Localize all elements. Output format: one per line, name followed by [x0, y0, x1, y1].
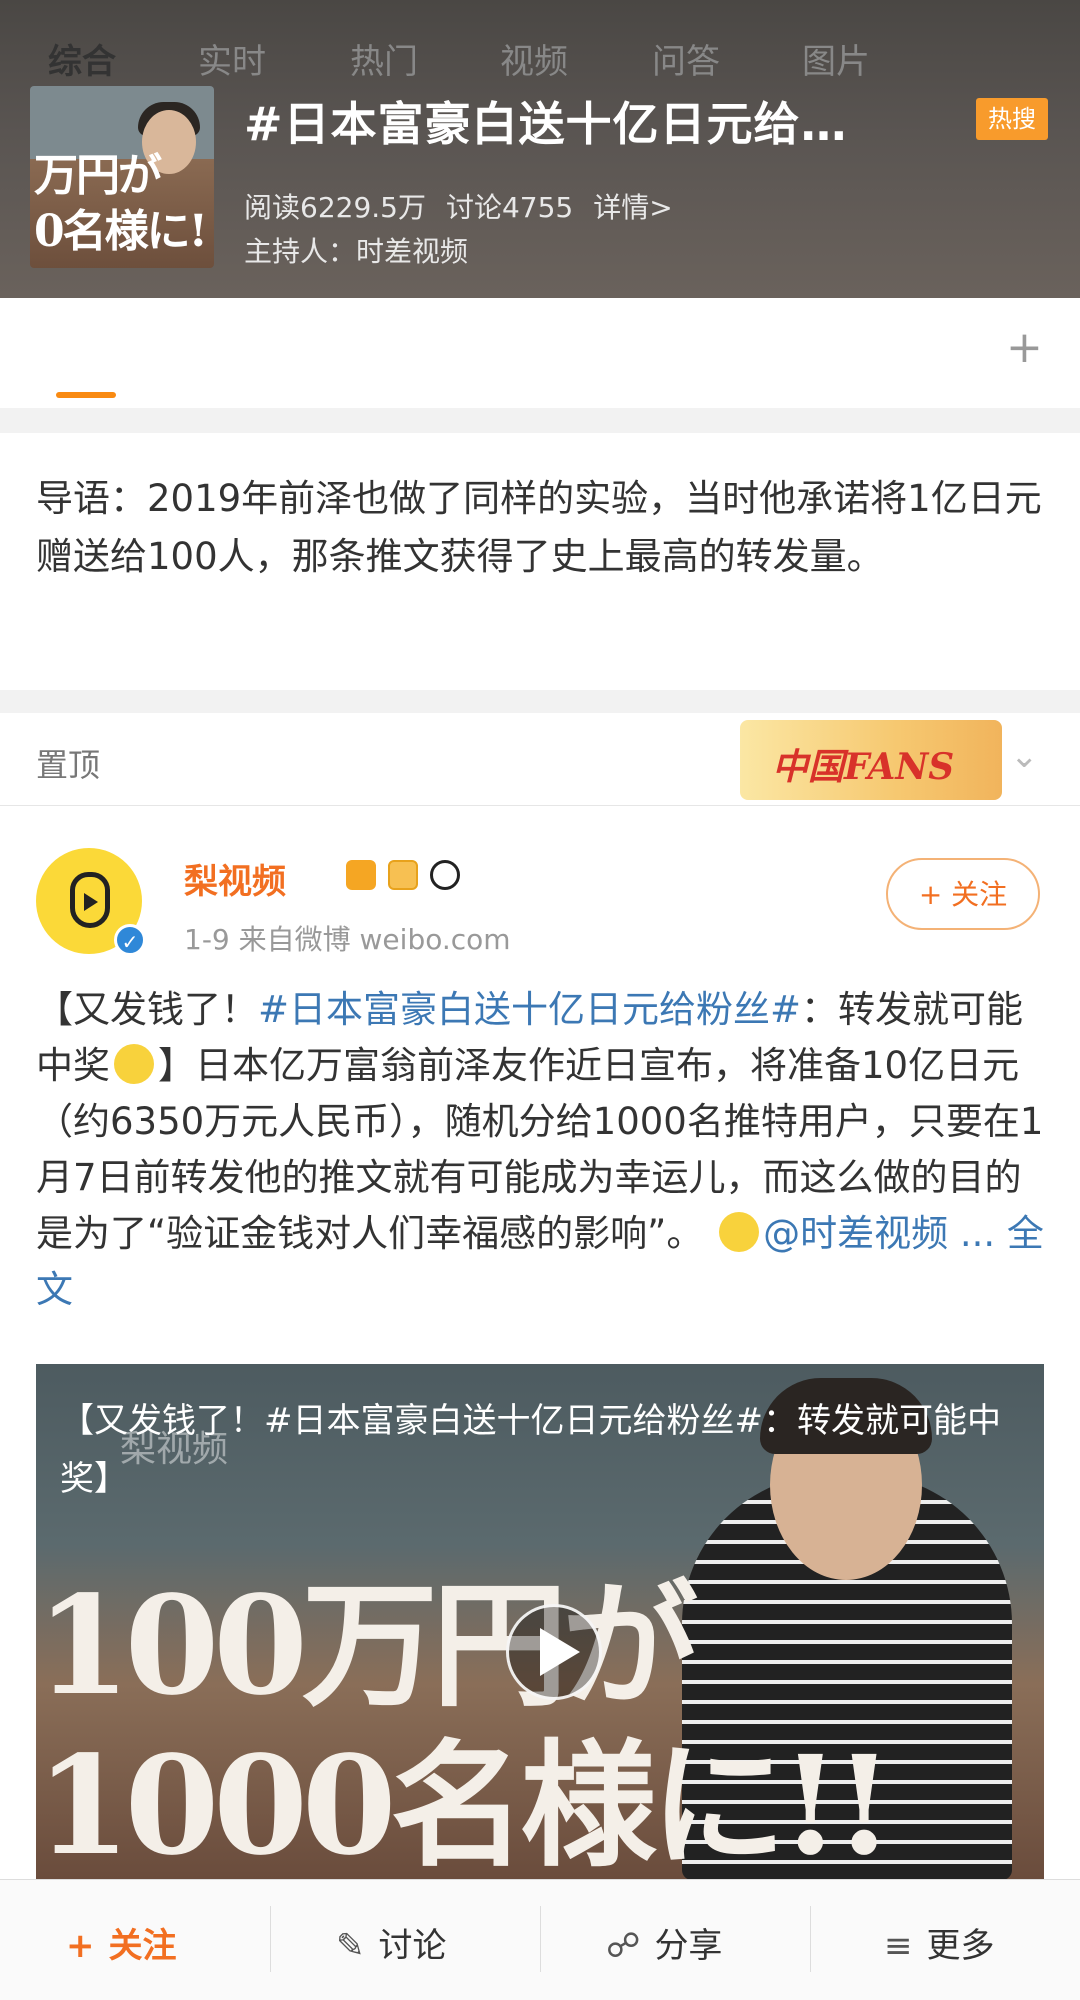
topic-title: #日本富豪白送十亿日元给…: [244, 97, 848, 151]
bottom-share-label: 分享: [654, 1926, 723, 1966]
laugh-cry-emoji-icon: [719, 1212, 760, 1252]
bottom-discuss-button[interactable]: ✎ 讨论: [336, 1918, 447, 1967]
share-icon: ☍: [606, 1926, 641, 1966]
bottom-follow-button[interactable]: + 关注: [66, 1918, 177, 1967]
play-icon[interactable]: [540, 1628, 580, 1676]
discussion-count: 讨论4755: [445, 191, 574, 224]
author-name[interactable]: 梨视频: [184, 854, 286, 903]
hashtag-link[interactable]: #日本富豪白送十亿日元给粉丝#: [258, 988, 801, 1031]
pinned-label: 置顶: [36, 746, 101, 784]
video-title: 【又发钱了！#日本富豪白送十亿日元给粉丝#：转发就可能中奖】: [60, 1401, 1001, 1499]
divider: [270, 1906, 271, 1972]
divider: [540, 1906, 541, 1972]
divider: [810, 1906, 811, 1972]
topic-guide-text: 导语：2019年前泽也做了同样的实验，当时他承诺将1亿日元赠送给100人，那条推…: [36, 477, 1042, 578]
tab-video[interactable]: 视频: [500, 34, 568, 83]
bottom-follow-label: 关注: [108, 1926, 177, 1966]
logo-play-icon: [84, 893, 98, 911]
tab-images[interactable]: 图片: [802, 34, 870, 83]
topic-thumbnail[interactable]: 万円が 0名様に!: [30, 86, 214, 268]
video-overlay-line-1: 100万円が: [36, 1566, 698, 1726]
mention-link[interactable]: @时差视频: [763, 1212, 948, 1255]
bottom-more-label: 更多: [926, 1926, 995, 1966]
thumb-overlay-text: 万円が 0名様に!: [34, 150, 208, 257]
active-tab-indicator: [56, 392, 116, 398]
post-body-text: 【又发钱了！#日本富豪白送十亿日元给粉丝#：转发就可能中奖 】日本亿万富翁前泽友作…: [36, 982, 1046, 1318]
video-overlay-text: 100万円が 1000名様に!!: [36, 1566, 894, 1886]
read-count: 阅读6229.5万: [244, 191, 426, 224]
luck-badge-icon[interactable]: [388, 860, 418, 890]
add-tab-icon[interactable]: +: [1006, 326, 1043, 370]
pear-emoji-icon: [114, 1044, 154, 1084]
author-badges: [346, 860, 472, 890]
bottom-discuss-label: 讨论: [378, 1926, 447, 1966]
topic-stats: 阅读6229.5万 讨论4755 详情>: [244, 186, 693, 226]
tab-qa[interactable]: 问答: [652, 34, 720, 83]
chevron-down-icon[interactable]: ⌄: [1010, 736, 1039, 776]
tab-realtime[interactable]: 实时: [198, 34, 266, 83]
china-fans-badge-text: 中国FANS: [772, 746, 955, 788]
verified-icon: ✓: [114, 924, 146, 956]
details-link[interactable]: 详情>: [593, 191, 672, 224]
hot-search-badge: 热搜: [976, 98, 1048, 140]
edit-icon: ✎: [336, 1926, 365, 1966]
topic-host[interactable]: 主持人：时差视频: [244, 230, 468, 270]
post-meta: 1-9 来自微博 weibo.com: [184, 923, 511, 956]
video-overlay-line-2: 1000名様に!!: [36, 1726, 894, 1886]
vip-crown-icon[interactable]: [346, 860, 376, 890]
tab-comprehensive[interactable]: 综合: [48, 34, 116, 83]
bottom-more-button[interactable]: ≡ 更多: [884, 1918, 995, 1967]
post-text-part: 【又发钱了！: [36, 988, 258, 1031]
follow-button[interactable]: + 关注: [886, 858, 1040, 930]
bottom-share-button[interactable]: ☍ 分享: [606, 1918, 722, 1967]
topic-tabs: [0, 298, 1080, 408]
panda-badge-icon[interactable]: [430, 860, 460, 890]
plus-icon: +: [66, 1926, 95, 1966]
tab-popular[interactable]: 热门: [350, 34, 418, 83]
menu-icon: ≡: [884, 1926, 913, 1966]
